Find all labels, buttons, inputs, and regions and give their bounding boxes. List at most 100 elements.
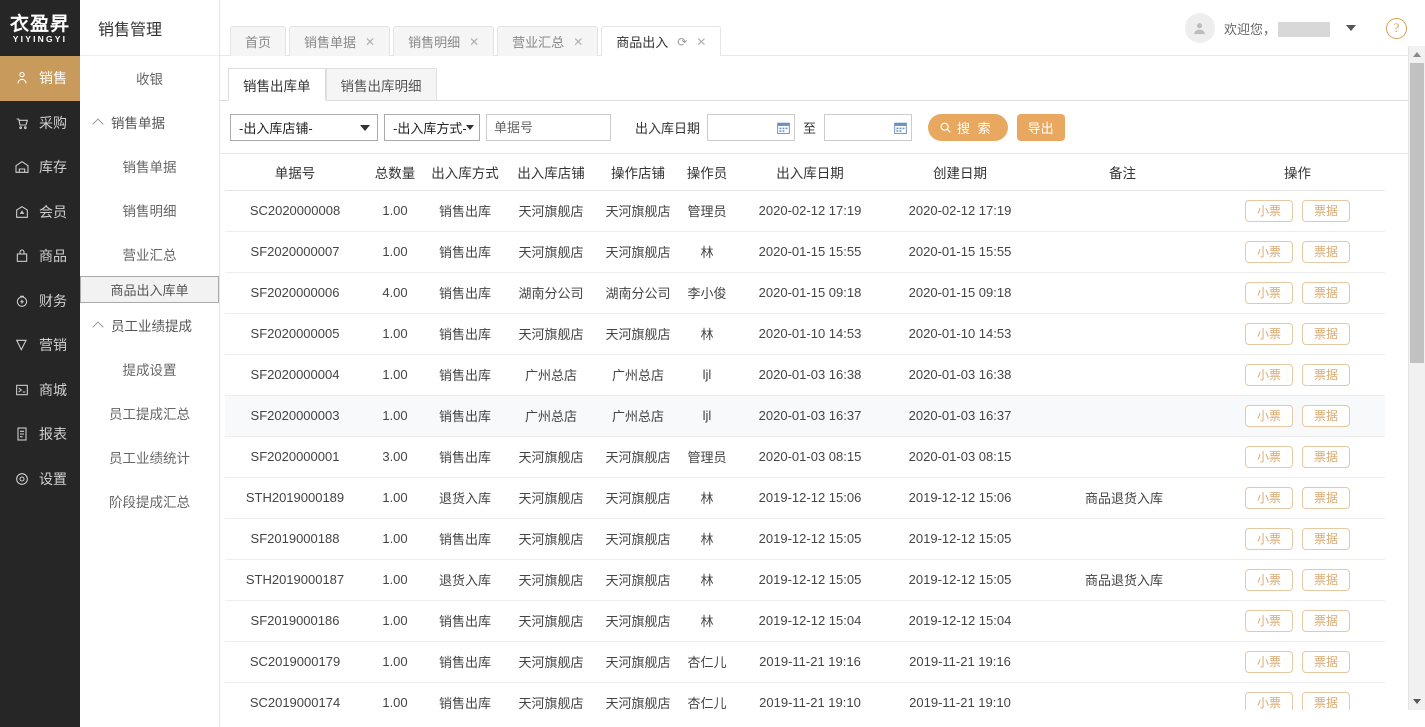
table-row[interactable]: SC20190001791.00销售出库天河旗舰店天河旗舰店杏仁儿2019-11…	[225, 641, 1385, 682]
invoice-button[interactable]: 票据	[1302, 569, 1350, 591]
search-button[interactable]: 搜 索	[928, 114, 1008, 141]
tab-goods-inout[interactable]: 商品出入 ⟳ ✕	[601, 26, 721, 56]
io-type-select[interactable]: -出入库方式-	[384, 114, 480, 141]
table-row[interactable]: SF20200000031.00销售出库广州总店广州总店ljl2020-01-0…	[225, 395, 1385, 436]
invoice-button[interactable]: 票据	[1302, 487, 1350, 509]
receipt-button[interactable]: 小票	[1245, 610, 1293, 632]
close-icon[interactable]: ✕	[696, 36, 706, 48]
table-row[interactable]: SF20200000051.00销售出库天河旗舰店天河旗舰店林2020-01-1…	[225, 313, 1385, 354]
vertical-scrollbar[interactable]	[1408, 46, 1425, 710]
cell-doc-no[interactable]: SF2020000001	[225, 436, 365, 477]
receipt-button[interactable]: 小票	[1245, 569, 1293, 591]
sidebar-item-mall[interactable]: 商城	[0, 368, 80, 413]
submenu-item-commission-setting[interactable]: 提成设置	[80, 347, 219, 391]
cell-doc-no[interactable]: STH2019000187	[225, 559, 365, 600]
col-create-date[interactable]: 创建日期	[885, 154, 1035, 190]
cell-doc-no[interactable]: SF2019000188	[225, 518, 365, 559]
chevron-down-icon[interactable]	[1346, 25, 1356, 31]
sidebar-item-finance[interactable]: 财务	[0, 279, 80, 324]
horizontal-scrollbar[interactable]	[220, 710, 1408, 727]
app-logo[interactable]: 衣盈昇 YIYINGYI	[0, 0, 80, 56]
tab-sales-outbound-doc[interactable]: 销售出库单	[228, 68, 326, 101]
cell-doc-no[interactable]: SF2019000186	[225, 600, 365, 641]
col-operator[interactable]: 操作员	[679, 154, 735, 190]
date-from-input[interactable]	[707, 114, 795, 141]
close-icon[interactable]: ✕	[573, 36, 583, 48]
submenu-group-sales-docs[interactable]: 销售单据	[80, 100, 219, 144]
col-io-store[interactable]: 出入库店铺	[505, 154, 597, 190]
sidebar-item-report[interactable]: 报表	[0, 412, 80, 457]
receipt-button[interactable]: 小票	[1245, 528, 1293, 550]
table-row[interactable]: SF20200000064.00销售出库湖南分公司湖南分公司李小俊2020-01…	[225, 272, 1385, 313]
sidebar-item-product[interactable]: 商品	[0, 234, 80, 279]
cell-doc-no[interactable]: SF2020000007	[225, 231, 365, 272]
col-io-type[interactable]: 出入库方式	[425, 154, 505, 190]
sidebar-item-purchase[interactable]: 采购	[0, 101, 80, 146]
scroll-down-button[interactable]	[1409, 693, 1425, 710]
scroll-up-button[interactable]	[1409, 46, 1425, 63]
submenu-group-staff-commission[interactable]: 员工业绩提成	[80, 303, 219, 347]
submenu-item-staff-commission-summary[interactable]: 员工提成汇总	[80, 391, 219, 435]
invoice-button[interactable]: 票据	[1302, 323, 1350, 345]
help-icon[interactable]: ?	[1386, 18, 1407, 39]
submenu-item-sales-detail[interactable]: 销售明细	[80, 188, 219, 232]
receipt-button[interactable]: 小票	[1245, 323, 1293, 345]
receipt-button[interactable]: 小票	[1245, 405, 1293, 427]
receipt-button[interactable]: 小票	[1245, 364, 1293, 386]
doc-no-input[interactable]	[486, 114, 611, 141]
cell-doc-no[interactable]: SC2019000179	[225, 641, 365, 682]
table-scroll-container[interactable]: 单据号 总数量 出入库方式 出入库店铺 操作店铺 操作员 出入库日期 创建日期 …	[220, 154, 1425, 727]
sidebar-item-settings[interactable]: 设置	[0, 457, 80, 502]
submenu-item-goods-inout[interactable]: 商品出入库单	[80, 276, 219, 303]
close-icon[interactable]: ✕	[365, 36, 375, 48]
invoice-button[interactable]: 票据	[1302, 364, 1350, 386]
col-doc-no[interactable]: 单据号	[225, 154, 365, 190]
receipt-button[interactable]: 小票	[1245, 651, 1293, 673]
cell-doc-no[interactable]: SF2020000005	[225, 313, 365, 354]
tab-business-summary[interactable]: 营业汇总 ✕	[497, 26, 598, 56]
col-remark[interactable]: 备注	[1035, 154, 1210, 190]
table-row[interactable]: SF20200000071.00销售出库天河旗舰店天河旗舰店林2020-01-1…	[225, 231, 1385, 272]
invoice-button[interactable]: 票据	[1302, 282, 1350, 304]
col-op-store[interactable]: 操作店铺	[597, 154, 679, 190]
close-icon[interactable]: ✕	[469, 36, 479, 48]
avatar[interactable]	[1185, 13, 1215, 43]
invoice-button[interactable]: 票据	[1302, 651, 1350, 673]
table-row[interactable]: STH20190001871.00退货入库天河旗舰店天河旗舰店林2019-12-…	[225, 559, 1385, 600]
table-row[interactable]: STH20190001891.00退货入库天河旗舰店天河旗舰店林2019-12-…	[225, 477, 1385, 518]
date-to-input[interactable]	[824, 114, 912, 141]
invoice-button[interactable]: 票据	[1302, 610, 1350, 632]
tab-sales-detail[interactable]: 销售明细 ✕	[393, 26, 494, 56]
cell-doc-no[interactable]: SF2020000003	[225, 395, 365, 436]
sidebar-item-member[interactable]: 会员	[0, 190, 80, 235]
submenu-item-cashier[interactable]: 收银	[80, 56, 219, 100]
scrollbar-thumb[interactable]	[1410, 63, 1424, 363]
refresh-icon[interactable]: ⟳	[677, 36, 687, 48]
invoice-button[interactable]: 票据	[1302, 528, 1350, 550]
export-button[interactable]: 导出	[1017, 114, 1065, 141]
invoice-button[interactable]: 票据	[1302, 200, 1350, 222]
receipt-button[interactable]: 小票	[1245, 241, 1293, 263]
sidebar-item-inventory[interactable]: 库存	[0, 145, 80, 190]
invoice-button[interactable]: 票据	[1302, 241, 1350, 263]
cell-doc-no[interactable]: SF2020000006	[225, 272, 365, 313]
submenu-item-staff-performance-stats[interactable]: 员工业绩统计	[80, 435, 219, 479]
tab-sales-outbound-detail[interactable]: 销售出库明细	[326, 68, 437, 101]
tab-home[interactable]: 首页	[230, 26, 286, 56]
sidebar-item-sales[interactable]: 销售	[0, 56, 80, 101]
table-row[interactable]: SF20190001861.00销售出库天河旗舰店天河旗舰店林2019-12-1…	[225, 600, 1385, 641]
store-select[interactable]: -出入库店铺-	[230, 114, 378, 141]
tab-sales-doc[interactable]: 销售单据 ✕	[289, 26, 390, 56]
cell-doc-no[interactable]: SC2020000008	[225, 190, 365, 231]
table-row[interactable]: SF20200000041.00销售出库广州总店广州总店ljl2020-01-0…	[225, 354, 1385, 395]
submenu-item-stage-commission-summary[interactable]: 阶段提成汇总	[80, 479, 219, 523]
table-row[interactable]: SF20200000013.00销售出库天河旗舰店天河旗舰店管理员2020-01…	[225, 436, 1385, 477]
receipt-button[interactable]: 小票	[1245, 446, 1293, 468]
cell-doc-no[interactable]: STH2019000189	[225, 477, 365, 518]
invoice-button[interactable]: 票据	[1302, 446, 1350, 468]
receipt-button[interactable]: 小票	[1245, 282, 1293, 304]
receipt-button[interactable]: 小票	[1245, 200, 1293, 222]
table-row[interactable]: SF20190001881.00销售出库天河旗舰店天河旗舰店林2019-12-1…	[225, 518, 1385, 559]
cell-doc-no[interactable]: SF2020000004	[225, 354, 365, 395]
invoice-button[interactable]: 票据	[1302, 405, 1350, 427]
